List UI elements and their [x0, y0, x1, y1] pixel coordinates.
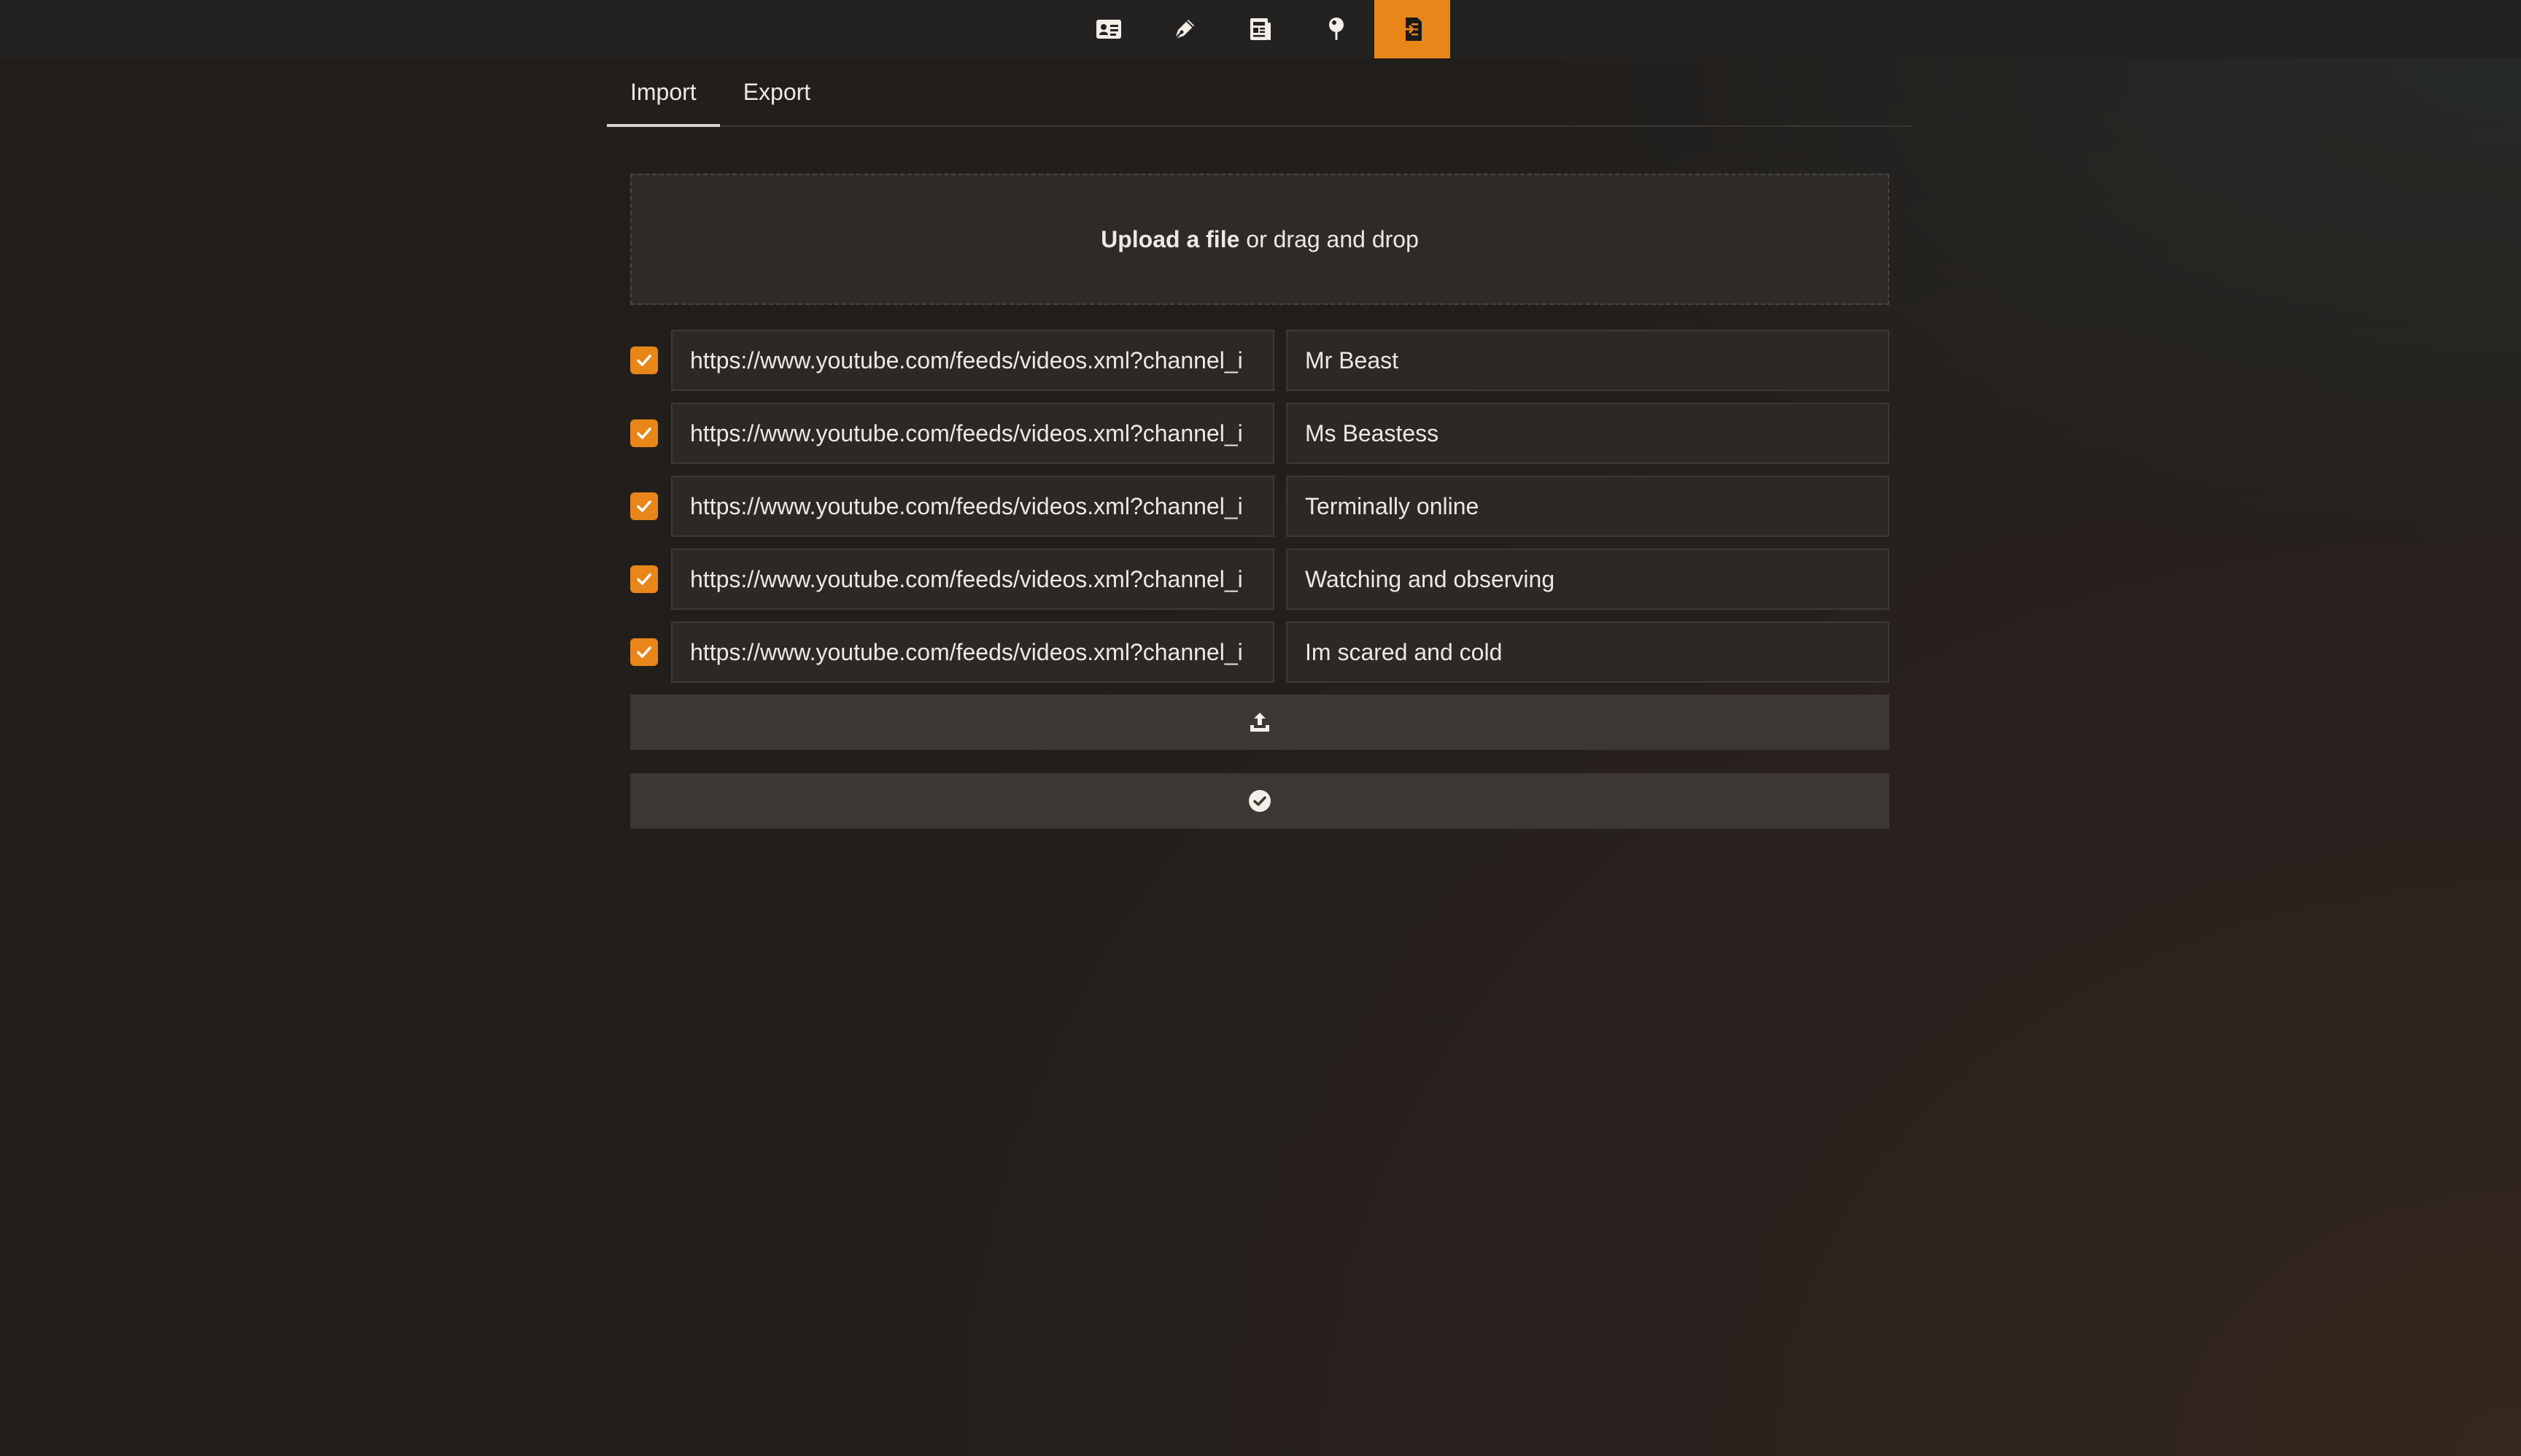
- feed-row: https://www.youtube.com/feeds/videos.xml…: [630, 403, 1889, 464]
- import-panel: Upload a file or drag and drop https://w…: [607, 174, 1913, 829]
- nav-contacts-button[interactable]: [1071, 0, 1147, 58]
- checkmark-icon: [637, 427, 651, 439]
- feed-checkbox[interactable]: [630, 565, 658, 593]
- feed-checkbox[interactable]: [630, 419, 658, 447]
- feed-url-input[interactable]: https://www.youtube.com/feeds/videos.xml…: [671, 621, 1274, 683]
- checkmark-icon: [637, 500, 651, 512]
- top-navigation-bar: [0, 0, 2521, 58]
- feed-checkbox[interactable]: [630, 492, 658, 520]
- feed-url-input[interactable]: https://www.youtube.com/feeds/videos.xml…: [671, 330, 1274, 391]
- tab-import[interactable]: Import: [607, 58, 720, 127]
- feed-name-input[interactable]: Ms Beastess: [1286, 403, 1889, 464]
- dropzone-text: Upload a file or drag and drop: [1101, 226, 1419, 253]
- newspaper-icon: [1250, 18, 1271, 40]
- tab-bar: Import Export: [607, 58, 1913, 127]
- feed-url-input[interactable]: https://www.youtube.com/feeds/videos.xml…: [671, 549, 1274, 610]
- feed-checkbox[interactable]: [630, 638, 658, 666]
- tab-export[interactable]: Export: [720, 58, 834, 125]
- checkmark-icon: [637, 646, 651, 658]
- feed-row: https://www.youtube.com/feeds/videos.xml…: [630, 330, 1889, 391]
- nav-import-export-button[interactable]: [1374, 0, 1450, 58]
- nav-edit-button[interactable]: [1147, 0, 1223, 58]
- checkmark-icon: [637, 355, 651, 366]
- feed-row: https://www.youtube.com/feeds/videos.xml…: [630, 549, 1889, 610]
- file-dropzone[interactable]: Upload a file or drag and drop: [630, 174, 1889, 305]
- upload-file-link[interactable]: Upload a file: [1101, 226, 1239, 252]
- drag-drop-text: or drag and drop: [1239, 225, 1419, 252]
- feed-name-input[interactable]: Im scared and cold: [1286, 621, 1889, 683]
- feed-name-input[interactable]: Mr Beast: [1286, 330, 1889, 391]
- main-container: Import Export Upload a file or drag and …: [607, 58, 1913, 829]
- nav-feed-button[interactable]: [1223, 0, 1298, 58]
- feed-row: https://www.youtube.com/feeds/videos.xml…: [630, 621, 1889, 683]
- feed-name-input[interactable]: Terminally online: [1286, 476, 1889, 537]
- checkmark-icon: [637, 573, 651, 585]
- feed-url-input[interactable]: https://www.youtube.com/feeds/videos.xml…: [671, 403, 1274, 464]
- feed-checkbox[interactable]: [630, 346, 658, 374]
- nav-location-button[interactable]: [1298, 0, 1374, 58]
- nav-icons: [1071, 0, 1450, 58]
- map-pin-icon: [1329, 18, 1344, 40]
- import-export-icon: [1403, 18, 1422, 41]
- feed-list: https://www.youtube.com/feeds/videos.xml…: [630, 330, 1889, 683]
- feed-row: https://www.youtube.com/feeds/videos.xml…: [630, 476, 1889, 537]
- pen-icon: [1174, 20, 1194, 39]
- feed-url-input[interactable]: https://www.youtube.com/feeds/videos.xml…: [671, 476, 1274, 537]
- upload-tray-icon: [1250, 713, 1269, 732]
- contact-card-icon: [1096, 20, 1121, 39]
- confirm-button[interactable]: [630, 773, 1889, 829]
- feed-name-input[interactable]: Watching and observing: [1286, 549, 1889, 610]
- upload-button[interactable]: [630, 694, 1889, 750]
- check-circle-icon: [1249, 790, 1271, 812]
